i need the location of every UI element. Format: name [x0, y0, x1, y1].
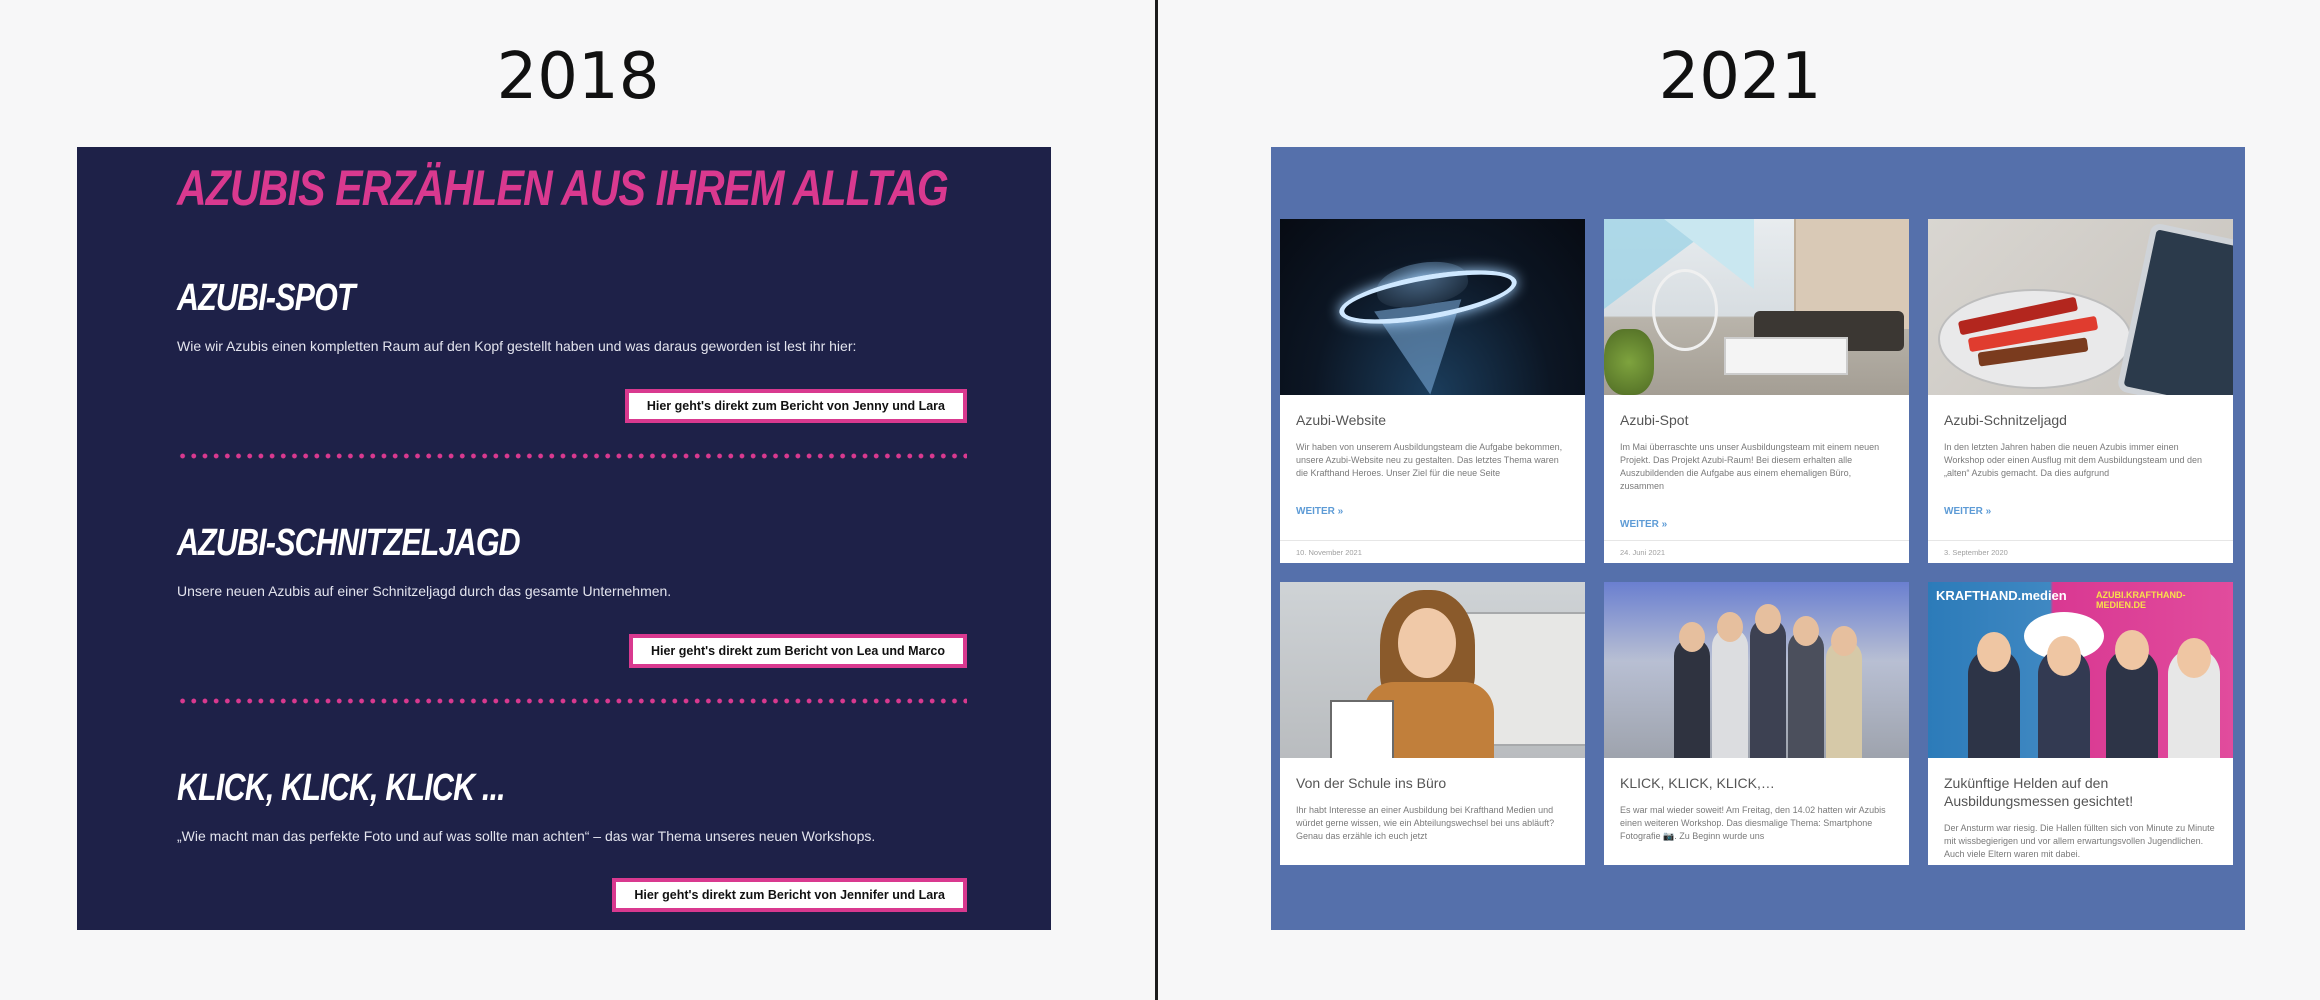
card-date: 24. Juni 2021 — [1620, 548, 1666, 557]
card-excerpt: Ihr habt Interesse an einer Ausbildung b… — [1296, 805, 1555, 841]
read-more-link[interactable]: WEITER » — [1944, 506, 2217, 517]
section-text: Unsere neuen Azubis auf einer Schnitzelj… — [177, 583, 672, 599]
card-excerpt: Der Ansturm war riesig. Die Hallen füllt… — [1944, 823, 2215, 859]
section-text: Wie wir Azubis einen kompletten Raum auf… — [177, 338, 857, 354]
group-image[interactable] — [1604, 582, 1909, 758]
section-klick-klick: Klick, Klick, Klick ... „Wie macht man d… — [177, 767, 967, 844]
chocolate-image[interactable] — [1928, 219, 2233, 395]
blog-card[interactable]: Azubi-Spot Im Mai überraschte uns unser … — [1604, 219, 1909, 563]
blog-card[interactable]: KLICK, KLICK, KLICK,… Es war mal wieder … — [1604, 582, 1909, 865]
card-title[interactable]: Azubi-Schnitzeljagd — [1944, 411, 2217, 429]
report-button-lea-marco[interactable]: Hier geht's direkt zum Bericht von Lea u… — [628, 634, 967, 668]
office-girl-image[interactable] — [1280, 582, 1585, 758]
card-title[interactable]: KLICK, KLICK, KLICK,… — [1620, 774, 1893, 792]
year-label-2018: 2018 — [496, 40, 660, 114]
section-text: „Wie macht man das perfekte Foto und auf… — [177, 828, 876, 844]
card-excerpt: Im Mai überraschte uns unser Ausbildungs… — [1620, 442, 1880, 491]
read-more-link[interactable]: WEITER » — [1620, 519, 1893, 530]
section-heading: Azubi-Schnitzeljagd — [177, 522, 521, 564]
page-title: Azubis erzählen aus ihrem Alltag — [177, 160, 949, 216]
blog-card[interactable]: Von der Schule ins Büro Ihr habt Interes… — [1280, 582, 1585, 865]
ufo-image[interactable] — [1280, 219, 1585, 395]
dotted-divider — [177, 453, 967, 459]
blog-card[interactable]: KRAFTHAND.medien AZUBI.KRAFTHAND-MEDIEN.… — [1928, 582, 2233, 865]
fair-banner-left: KRAFTHAND.medien — [1936, 588, 2067, 603]
card-footer: 10. November 2021 — [1280, 540, 1585, 563]
card-excerpt: In den letzten Jahren haben die neuen Az… — [1944, 442, 2202, 478]
section-heading: Azubi-Spot — [177, 277, 356, 319]
card-footer: 3. September 2020 — [1928, 540, 2233, 563]
report-button-jenny-lara[interactable]: Hier geht's direkt zum Bericht von Jenny… — [624, 389, 967, 423]
report-button-jennifer-lara[interactable]: Hier geht's direkt zum Bericht von Jenni… — [612, 878, 967, 912]
card-excerpt: Es war mal wieder soweit! Am Freitag, de… — [1620, 805, 1886, 841]
card-title[interactable]: Azubi-Spot — [1620, 411, 1893, 429]
blog-card[interactable]: Azubi-Website Wir haben von unserem Ausb… — [1280, 219, 1585, 563]
room-image[interactable] — [1604, 219, 1909, 395]
year-label-2021: 2021 — [1658, 40, 1822, 114]
section-heading: Klick, Klick, Klick ... — [177, 767, 506, 809]
card-date: 3. September 2020 — [1944, 548, 2008, 557]
section-azubi-spot: Azubi-Spot Wie wir Azubis einen komplett… — [177, 277, 967, 354]
divider-line — [1155, 0, 1158, 1000]
card-footer: 24. Juni 2021 — [1604, 540, 1909, 563]
read-more-link[interactable]: WEITER » — [1296, 506, 1569, 517]
fair-banner-right: AZUBI.KRAFTHAND-MEDIEN.DE — [2096, 590, 2186, 610]
blog-card[interactable]: Azubi-Schnitzeljagd In den letzten Jahre… — [1928, 219, 2233, 563]
panel-2018: Azubis erzählen aus ihrem Alltag Azubi-S… — [77, 147, 1051, 930]
panel-2021: Azubi-Website Wir haben von unserem Ausb… — [1271, 147, 2245, 930]
card-title[interactable]: Von der Schule ins Büro — [1296, 774, 1569, 792]
card-title[interactable]: Zukünftige Helden auf den Ausbildungsmes… — [1944, 774, 2217, 810]
dotted-divider — [177, 698, 967, 704]
card-date: 10. November 2021 — [1296, 548, 1362, 557]
card-title[interactable]: Azubi-Website — [1296, 411, 1569, 429]
card-excerpt: Wir haben von unserem Ausbildungsteam di… — [1296, 442, 1563, 478]
section-azubi-schnitzeljagd: Azubi-Schnitzeljagd Unsere neuen Azubis … — [177, 522, 967, 599]
fair-image[interactable]: KRAFTHAND.medien AZUBI.KRAFTHAND-MEDIEN.… — [1928, 582, 2233, 758]
